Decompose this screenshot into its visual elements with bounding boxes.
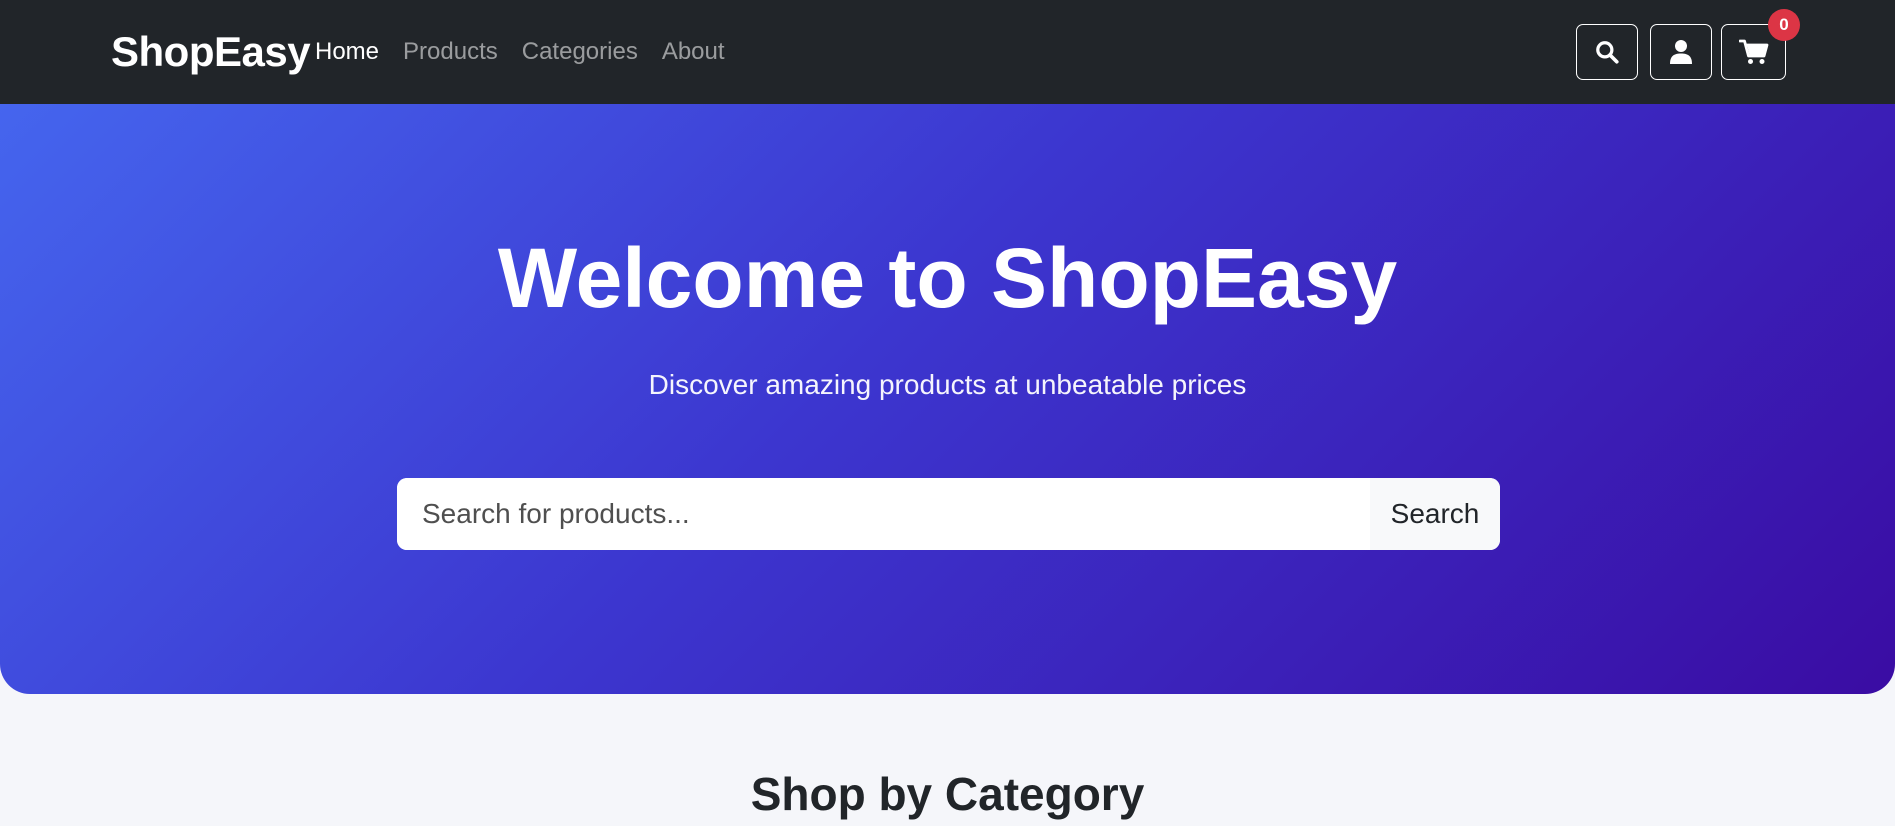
- nav-links: Home Products Categories About: [315, 35, 725, 69]
- nav-link-about[interactable]: About: [662, 35, 725, 69]
- hero-title: Welcome to ShopEasy: [497, 231, 1398, 325]
- user-icon: [1669, 39, 1693, 65]
- nav-link-categories[interactable]: Categories: [522, 35, 638, 69]
- search-submit-button[interactable]: Search: [1370, 478, 1500, 550]
- hero-banner: Welcome to ShopEasy Discover amazing pro…: [0, 104, 1895, 694]
- cart-icon: [1738, 39, 1769, 65]
- section-title-categories: Shop by Category: [750, 768, 1145, 820]
- search-icon: [1594, 39, 1620, 65]
- account-button[interactable]: [1650, 24, 1712, 80]
- brand-logo[interactable]: ShopEasy: [111, 26, 311, 78]
- nav-link-home[interactable]: Home: [315, 35, 379, 69]
- hero-search-form: Search: [397, 478, 1500, 550]
- nav-link-products[interactable]: Products: [403, 35, 498, 69]
- cart-count-badge: 0: [1768, 9, 1800, 41]
- search-input[interactable]: [397, 478, 1370, 550]
- search-button[interactable]: [1576, 24, 1638, 80]
- navbar: ShopEasy Home Products Categories About: [0, 0, 1895, 104]
- hero-subtitle: Discover amazing products at unbeatable …: [648, 369, 1247, 400]
